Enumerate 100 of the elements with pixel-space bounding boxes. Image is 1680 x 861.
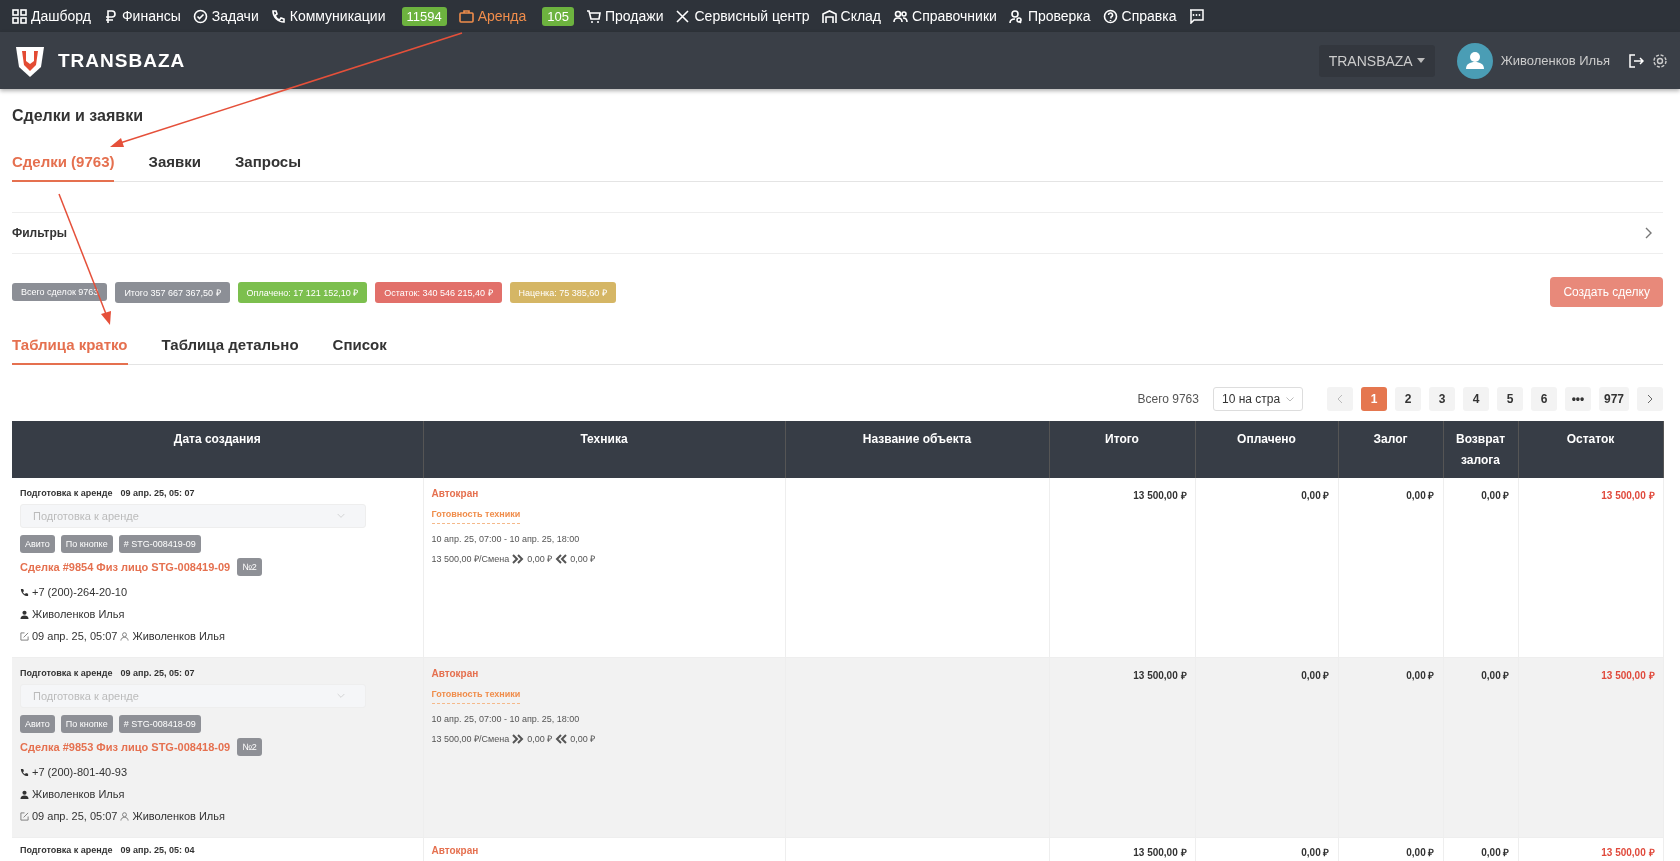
check-circle-icon xyxy=(192,8,208,24)
double-chevron-right-icon xyxy=(512,733,525,744)
logo-text: TRANSBAZA xyxy=(58,49,186,72)
table-cell: 13 500,00 ₽ xyxy=(1518,657,1663,838)
table-cell: 0,00 ₽ xyxy=(1338,837,1443,861)
tag: Авито xyxy=(20,535,55,553)
page-button[interactable]: 4 xyxy=(1462,387,1489,411)
tab[interactable]: Таблица детально xyxy=(161,330,299,365)
total-count: Всего 9763 xyxy=(1137,392,1199,406)
avatar-icon[interactable] xyxy=(1456,42,1493,79)
column-header: Возврат залога xyxy=(1443,421,1518,478)
date-label: 09 апр. 25, 05: 04 xyxy=(120,845,195,855)
column-header: Оплачено xyxy=(1195,421,1338,478)
tag: По кнопке xyxy=(60,715,113,733)
count-badge: 11594 xyxy=(401,6,447,26)
number-badge: №2 xyxy=(237,558,262,576)
user-name: Живоленков Илья xyxy=(1500,53,1610,68)
filters-label: Фильтры xyxy=(12,226,68,240)
author-name: Живоленков Илья xyxy=(132,630,225,642)
table-cell: 13 500,00 ₽ xyxy=(1518,837,1663,861)
table-cell: 0,00 ₽ xyxy=(1443,478,1518,658)
table-cell: 13 500,00 ₽ xyxy=(1049,478,1195,658)
phone-icon xyxy=(270,8,286,24)
grid-icon xyxy=(12,8,27,24)
summary-badge: Оплачено: 17 121 152,10 ₽ xyxy=(237,281,368,303)
menu-item[interactable]: Сервисный центр xyxy=(675,8,810,24)
rate-text: 13 500,00 ₽/Смена xyxy=(431,553,510,565)
help-icon xyxy=(1102,8,1118,24)
rate-text: 13 500,00 ₽/Смена xyxy=(431,733,510,745)
table-cell: 0,00 ₽ xyxy=(1443,657,1518,838)
menu-item[interactable]: Справка xyxy=(1102,8,1177,24)
column-header: Название объекта xyxy=(785,421,1049,478)
person-outline-icon xyxy=(120,811,130,821)
table-cell: 13 500,00 ₽ xyxy=(1518,478,1663,658)
table-cell: 0,00 ₽ xyxy=(1338,478,1443,658)
column-header: Залог xyxy=(1338,421,1443,478)
page-button[interactable]: 5 xyxy=(1496,387,1523,411)
logout-icon[interactable] xyxy=(1628,52,1644,69)
table-cell: 13 500,00 ₽ xyxy=(1049,837,1195,861)
tab[interactable]: Заявки xyxy=(148,147,201,182)
delivery-price: 0,00 ₽ xyxy=(527,733,553,745)
summary-badge: Наценка: 75 385,60 ₽ xyxy=(509,281,616,303)
manager-name: Живоленков Илья xyxy=(32,788,125,800)
tag: # STG-008419-09 xyxy=(118,535,201,553)
tab[interactable]: Список xyxy=(332,330,387,365)
settings-icon[interactable] xyxy=(1652,52,1668,69)
menu-item[interactable]: Финансы xyxy=(102,8,181,24)
edit-icon xyxy=(20,631,29,641)
table-cell: 0,00 ₽ xyxy=(1338,657,1443,838)
chevron-right-icon xyxy=(1647,394,1653,404)
person-search-icon xyxy=(1008,8,1024,24)
date-label: 09 апр. 25, 05: 07 xyxy=(120,488,195,498)
chevron-left-icon xyxy=(1336,394,1343,404)
filters-panel[interactable]: Фильтры xyxy=(12,212,1663,254)
table-cell: 0,00 ₽ xyxy=(1195,478,1338,658)
chevron-down-icon xyxy=(1285,396,1294,402)
page-size-select[interactable]: 10 на стра xyxy=(1212,387,1303,411)
person-icon xyxy=(20,789,29,799)
page-button[interactable]: ••• xyxy=(1564,387,1591,411)
table-cell: 0,00 ₽ xyxy=(1195,837,1338,861)
tag: По кнопке xyxy=(60,535,113,553)
rental-period: 10 апр. 25, 07:00 - 10 апр. 25, 18:00 xyxy=(431,714,581,724)
author-name: Живоленков Илья xyxy=(132,810,225,822)
tab[interactable]: Запросы xyxy=(234,147,302,182)
return-price: 0,00 ₽ xyxy=(570,553,596,565)
number-badge: №2 xyxy=(237,738,262,756)
phone-number: +7 (200)-801-40-93 xyxy=(32,766,128,778)
created-date: 09 апр. 25, 05:07 xyxy=(32,630,118,642)
people-icon xyxy=(893,8,909,24)
summary-badge: Остаток: 340 546 215,40 ₽ xyxy=(375,281,502,303)
page-button[interactable]: 2 xyxy=(1394,387,1421,411)
table-cell: 0,00 ₽ xyxy=(1443,837,1518,861)
page-button[interactable]: 3 xyxy=(1428,387,1455,411)
return-price: 0,00 ₽ xyxy=(570,733,596,745)
menu-item[interactable]: Задачи xyxy=(192,8,259,24)
column-header: Итого xyxy=(1049,421,1195,478)
page-button[interactable]: 6 xyxy=(1530,387,1557,411)
delivery-price: 0,00 ₽ xyxy=(527,553,553,565)
summary-badge: Итого 357 667 367,50 ₽ xyxy=(115,281,230,303)
edit-icon xyxy=(20,811,29,821)
menu-item[interactable]: Коммуникации xyxy=(270,8,386,24)
rental-period: 10 апр. 25, 07:00 - 10 апр. 25, 18:00 xyxy=(431,534,581,544)
menu-item[interactable]: Продажи xyxy=(586,8,664,24)
caret-icon xyxy=(1416,58,1425,63)
menu-item[interactable]: Склад xyxy=(821,8,882,24)
page-button[interactable]: 977 xyxy=(1598,387,1629,411)
phone-icon xyxy=(20,587,29,597)
menu-item[interactable]: Справочники xyxy=(893,8,997,24)
phone-icon xyxy=(20,767,29,777)
menu-item[interactable]: Проверка xyxy=(1008,8,1091,24)
company-dropdown[interactable]: TRANSBAZA xyxy=(1318,44,1435,77)
status-label: Подготовка к аренде xyxy=(20,488,113,498)
menu-item[interactable]: Дашборд xyxy=(12,8,91,24)
cart-icon xyxy=(586,8,601,24)
page-title: Сделки и заявки xyxy=(12,107,144,125)
column-header: Остаток xyxy=(1518,421,1663,478)
table-cell: 0,00 ₽ xyxy=(1195,657,1338,838)
chat-icon[interactable] xyxy=(1188,8,1204,24)
menu-item[interactable]: Аренда xyxy=(458,8,527,24)
column-header: Дата создания xyxy=(12,421,423,478)
